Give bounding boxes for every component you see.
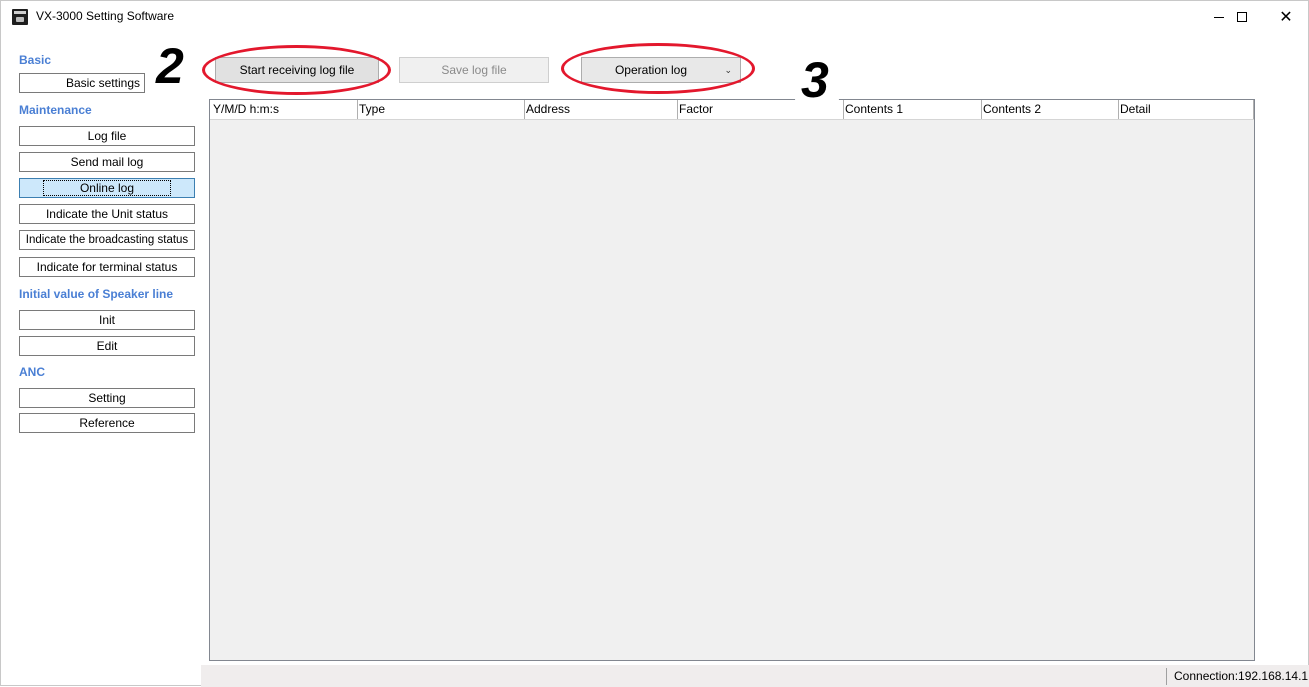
window-title: VX-3000 Setting Software: [36, 9, 175, 23]
app-icon: [12, 9, 28, 25]
sidebar-item-init[interactable]: Init: [19, 310, 195, 330]
log-type-selected-value: Operation log: [614, 63, 688, 77]
basic-settings-button[interactable]: Basic settings: [19, 73, 145, 93]
sidebar-item-unit-status[interactable]: Indicate the Unit status: [19, 204, 195, 224]
table-header: Y/M/D h:m:s Type Address Factor Contents…: [210, 100, 1254, 120]
sidebar-item-edit[interactable]: Edit: [19, 336, 195, 356]
maximize-button[interactable]: [1219, 1, 1265, 33]
sidebar-item-online-log[interactable]: Online log: [19, 178, 195, 198]
sidebar-item-send-mail-log[interactable]: Send mail log: [19, 152, 195, 172]
close-icon: ✕: [1279, 9, 1293, 26]
section-header-speaker-line: Initial value of Speaker line: [19, 287, 174, 301]
title-bar[interactable]: VX-3000 Setting Software ✕: [1, 1, 1308, 33]
step-number-3: 3: [801, 52, 829, 108]
save-log-file-button[interactable]: Save log file: [399, 57, 549, 83]
column-header-datetime[interactable]: Y/M/D h:m:s: [212, 100, 356, 119]
sidebar-item-terminal-status[interactable]: Indicate for terminal status: [19, 257, 195, 277]
column-header-contents-2[interactable]: Contents 2: [981, 100, 1117, 119]
connection-status: Connection:192.168.14.1: [1174, 669, 1309, 683]
column-header-end: [1253, 100, 1254, 119]
column-header-address[interactable]: Address: [524, 100, 676, 119]
chevron-down-icon: ⌄: [724, 65, 732, 75]
app-window: VX-3000 Setting Software ✕ Basic Basic s…: [0, 0, 1309, 687]
sidebar-item-log-file[interactable]: Log file: [19, 126, 195, 146]
start-receiving-button[interactable]: Start receiving log file: [215, 57, 379, 83]
status-bar: Connection:192.168.14.1: [201, 665, 1309, 687]
section-header-maintenance: Maintenance: [19, 103, 92, 117]
sidebar-item-reference[interactable]: Reference: [19, 413, 195, 433]
step-number-2: 2: [156, 38, 184, 94]
section-header-basic: Basic: [19, 53, 52, 67]
column-header-contents-1[interactable]: Contents 1: [843, 100, 980, 119]
sidebar-item-label: Online log: [42, 180, 172, 196]
log-table[interactable]: Y/M/D h:m:s Type Address Factor Contents…: [209, 99, 1255, 661]
section-header-anc: ANC: [19, 365, 45, 379]
status-separator: [1166, 668, 1167, 685]
maximize-icon: [1237, 12, 1247, 22]
close-button[interactable]: ✕: [1263, 1, 1309, 33]
sidebar-item-setting[interactable]: Setting: [19, 388, 195, 408]
sidebar-item-broadcasting-status[interactable]: Indicate the broadcasting status: [19, 230, 195, 250]
log-type-select[interactable]: Operation log ⌄: [581, 57, 741, 83]
column-header-detail[interactable]: Detail: [1118, 100, 1252, 119]
column-header-type[interactable]: Type: [357, 100, 523, 119]
